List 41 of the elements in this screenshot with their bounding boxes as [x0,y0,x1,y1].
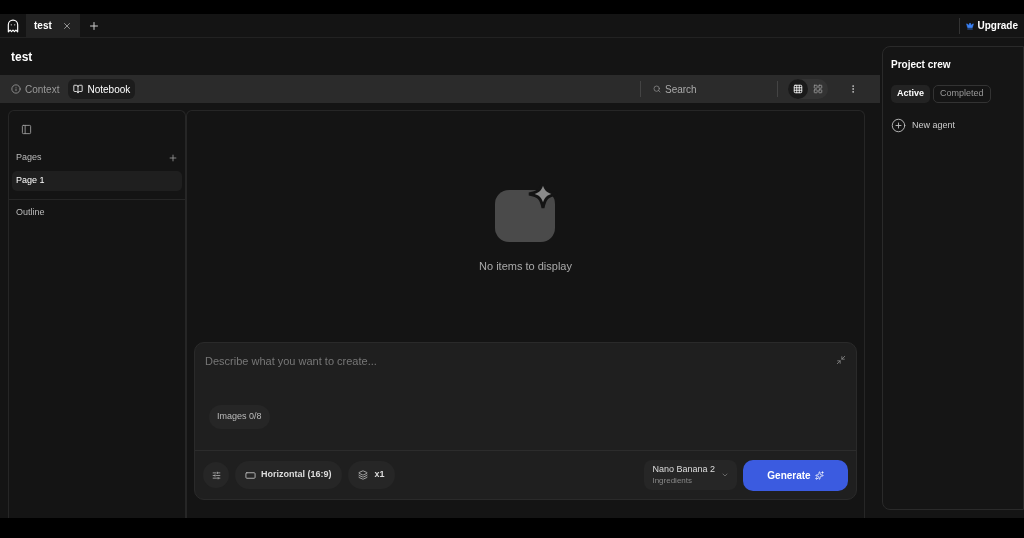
empty-state-text: No items to display [479,259,572,274]
page-item[interactable]: Page 1 [12,170,182,191]
sidebar-toggle-icon[interactable] [21,124,32,135]
images-button[interactable]: Images 0/8 [209,405,270,429]
new-agent-button[interactable]: New agent [891,118,1015,133]
crew-tab[interactable]: Completed [933,85,991,103]
rectangle-icon [245,469,256,481]
generate-button[interactable]: Generate [743,459,848,491]
prompt-box[interactable]: Describe what you want to create... Images 0/8 Horizontal (16:9) x1 Nano Banana 2 Ingredients Generate [194,342,857,500]
chevron-down-icon [721,471,729,479]
crew-title: Project crew [891,58,952,72]
model-dropdown[interactable]: Nano Banana 2 Ingredients [644,460,737,490]
count-button[interactable]: x1 [347,461,395,489]
search-icon [653,84,661,94]
sliders-icon [211,470,221,480]
add-tab-icon[interactable] [87,19,100,32]
add-page-icon[interactable] [168,152,178,163]
logo-icon[interactable] [6,18,20,33]
view-tab[interactable]: Notebook [68,79,136,99]
crew-tab[interactable]: Active [891,85,930,103]
layers-icon [357,470,368,480]
collapse-icon[interactable] [836,355,846,365]
aspect-ratio-button[interactable]: Horizontal (16:9) [235,461,342,489]
tab[interactable]: test [26,14,80,37]
gallery-icon [813,84,823,94]
close-icon[interactable] [61,20,72,31]
search-field[interactable]: Search [665,81,765,97]
outline-label: Outline [15,205,46,219]
plus-circle-icon [891,118,906,133]
grid-icon [793,84,803,94]
view-tab[interactable]: Context [6,79,65,99]
page-title: test [11,48,33,66]
settings-button[interactable] [203,462,229,488]
pages-label: Pages [16,151,42,164]
info-icon [11,84,21,94]
grid-view-button[interactable] [788,79,808,99]
book-icon [73,84,84,94]
prompt-field[interactable]: Describe what you want to create... [205,353,836,403]
sparkle-icon [814,470,824,480]
upgrade-button[interactable]: Upgrade [966,18,1018,33]
crown-icon [966,21,975,30]
